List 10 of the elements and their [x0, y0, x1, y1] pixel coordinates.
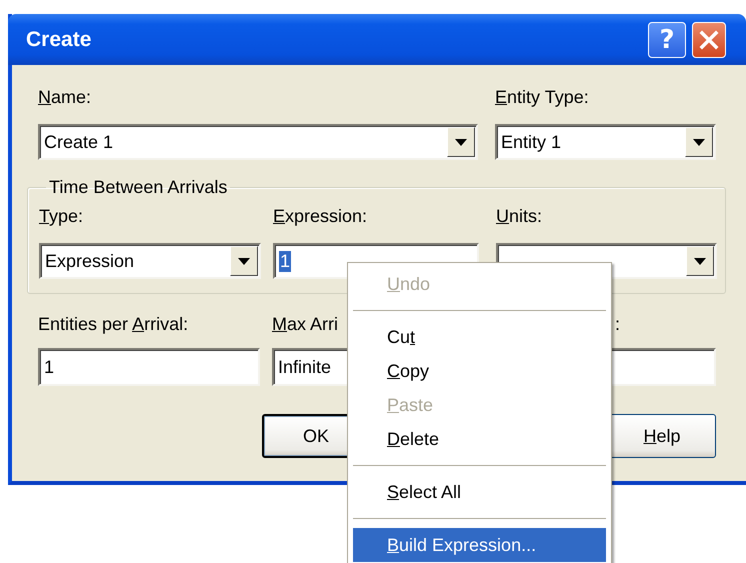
group-title: Time Between Arrivals	[48, 176, 228, 198]
field-label: Entities per Arrival:	[38, 313, 190, 336]
field-label: Expression:	[273, 205, 368, 228]
window-title: Create	[26, 28, 92, 52]
field-label: :	[614, 313, 620, 336]
field-label: Type:	[39, 205, 84, 228]
field-label: Name:	[38, 86, 92, 109]
field-label: Units:	[496, 205, 544, 228]
field-label: Entity Type:	[495, 86, 590, 109]
field-label: Max Arri	[272, 313, 340, 336]
